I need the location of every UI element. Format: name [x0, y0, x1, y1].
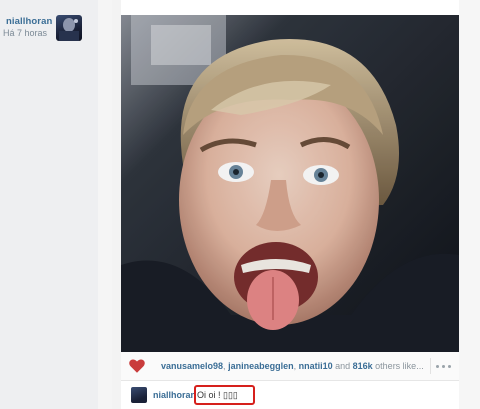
- highlight-box: [194, 385, 255, 405]
- likes-others-text: others like...: [372, 361, 424, 371]
- column-gap: [98, 0, 112, 409]
- liker-link[interactable]: nnatii10: [299, 361, 333, 371]
- likes-count[interactable]: 816k: [353, 361, 373, 371]
- author-avatar[interactable]: [56, 15, 82, 41]
- likes-and-text: and: [332, 361, 353, 371]
- avatar-photo: [59, 18, 79, 41]
- post-author-username[interactable]: niallhoran: [6, 16, 52, 27]
- right-margin: [459, 0, 480, 409]
- instagram-web-feed: niallhoran Há 7 horas vanusamelo98, jani…: [0, 0, 480, 409]
- more-options-button[interactable]: [430, 358, 455, 374]
- comment-author-username[interactable]: niallhoran: [153, 390, 196, 400]
- liker-link[interactable]: janineabegglen: [228, 361, 294, 371]
- comment-row: niallhoran Oi oi ! ▯▯▯: [121, 381, 459, 409]
- card-edge: [112, 0, 121, 409]
- comment-avatar[interactable]: [131, 387, 147, 403]
- more-options-icon: [447, 364, 451, 368]
- post-photo[interactable]: [121, 15, 459, 352]
- post-timestamp[interactable]: Há 7 horas: [3, 28, 47, 38]
- likes-summary: vanusamelo98, janineabegglen, nnatii10 a…: [161, 361, 425, 371]
- post-meta-column: niallhoran Há 7 horas: [0, 0, 98, 409]
- post-actions-bar: vanusamelo98, janineabegglen, nnatii10 a…: [121, 352, 459, 381]
- selfie-image: [121, 15, 459, 352]
- more-options-icon: [441, 364, 445, 368]
- heart-icon: [129, 359, 145, 373]
- more-options-icon: [435, 364, 439, 368]
- like-button[interactable]: [128, 357, 146, 375]
- liker-link[interactable]: vanusamelo98: [161, 361, 223, 371]
